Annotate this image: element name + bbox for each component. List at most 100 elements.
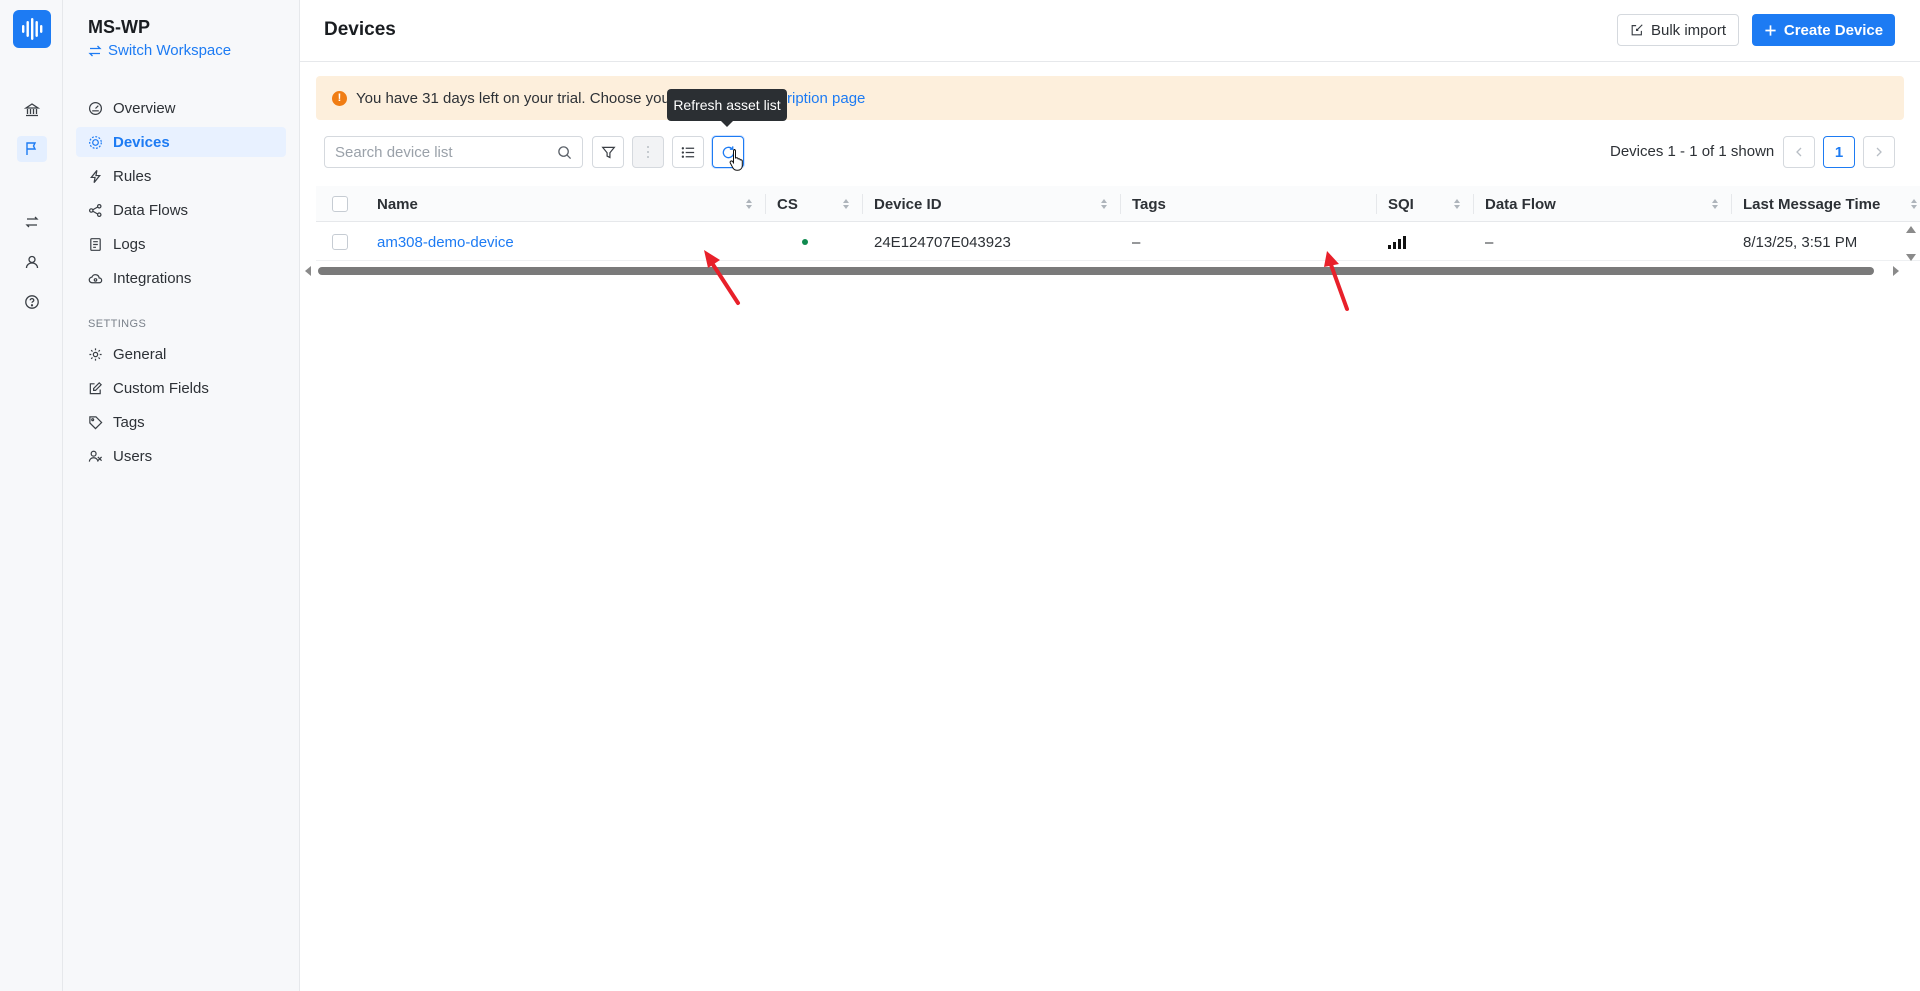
sidebar-item-label: Rules bbox=[113, 167, 152, 185]
sidebar-item-label: General bbox=[113, 345, 167, 363]
trial-banner: ! You have 31 days left on your trial. C… bbox=[316, 76, 1904, 120]
create-device-button[interactable]: Create Device bbox=[1752, 14, 1895, 46]
next-page-button[interactable] bbox=[1863, 136, 1895, 168]
sidebar-item-label: Tags bbox=[113, 413, 145, 431]
bulk-import-button[interactable]: Bulk import bbox=[1617, 14, 1739, 46]
sidebar-item-logs[interactable]: Logs bbox=[76, 229, 286, 259]
search-field[interactable] bbox=[324, 136, 583, 168]
scroll-left-icon bbox=[305, 266, 311, 276]
select-all-cell bbox=[332, 186, 372, 222]
sidebar-item-tags[interactable]: Tags bbox=[76, 407, 286, 437]
scroll-right-icon bbox=[1893, 266, 1899, 276]
help-icon[interactable] bbox=[21, 291, 43, 313]
sidebar-item-users[interactable]: Users bbox=[76, 441, 286, 471]
column-header-tags: Tags bbox=[1132, 186, 1376, 222]
sidebar-item-label: Custom Fields bbox=[113, 379, 209, 397]
trial-banner-text: You have 31 days left on your trial. Cho… bbox=[356, 89, 675, 107]
signal-strength-icon bbox=[1388, 236, 1406, 249]
sidebar: MS-WP Switch Workspace Overview Devices … bbox=[63, 0, 300, 991]
sidebar-item-data-flows[interactable]: Data Flows bbox=[76, 195, 286, 225]
sort-icon bbox=[1911, 199, 1917, 209]
sidebar-item-general[interactable]: General bbox=[76, 339, 286, 369]
page-number-button[interactable]: 1 bbox=[1823, 136, 1855, 168]
subscription-page-link[interactable]: ription page bbox=[787, 76, 865, 120]
column-header-label: SQI bbox=[1388, 195, 1414, 213]
devices-flag-icon[interactable] bbox=[17, 136, 47, 162]
column-divider bbox=[862, 194, 863, 214]
users-icon bbox=[88, 450, 103, 462]
plus-icon bbox=[1765, 24, 1776, 36]
gauge-icon bbox=[88, 101, 103, 115]
main-content: Devices Bulk import Create Device ! You … bbox=[300, 0, 1920, 991]
hand-cursor-icon bbox=[729, 149, 743, 171]
column-header-last-message-time[interactable]: Last Message Time bbox=[1743, 186, 1920, 222]
select-all-checkbox[interactable] bbox=[332, 196, 348, 212]
column-header-name[interactable]: Name bbox=[377, 186, 765, 222]
row-checkbox-cell bbox=[332, 223, 348, 261]
tags-cell: – bbox=[1132, 233, 1141, 251]
column-header-data-flow[interactable]: Data Flow bbox=[1485, 186, 1731, 222]
chip-icon bbox=[89, 135, 102, 149]
more-options-button[interactable] bbox=[632, 136, 664, 168]
app-rail bbox=[0, 0, 63, 991]
edit-icon bbox=[89, 381, 102, 394]
pagination-summary: Devices 1 - 1 of 1 shown bbox=[1610, 143, 1775, 160]
prev-page-button[interactable] bbox=[1783, 136, 1815, 168]
switch-workspace-link[interactable]: Switch Workspace bbox=[88, 42, 231, 59]
sidebar-item-label: Integrations bbox=[113, 269, 192, 287]
scroll-down-icon[interactable] bbox=[1906, 254, 1916, 261]
sidebar-item-label: Overview bbox=[113, 99, 176, 117]
column-header-label: Device ID bbox=[874, 195, 942, 213]
filter-icon bbox=[600, 146, 616, 158]
settings-section-header: SETTINGS bbox=[88, 318, 147, 330]
refresh-tooltip: Refresh asset list bbox=[667, 89, 787, 127]
app-logo-icon[interactable] bbox=[13, 10, 51, 48]
column-header-label: CS bbox=[777, 195, 798, 213]
page-title: Devices bbox=[324, 19, 396, 40]
bank-icon[interactable] bbox=[21, 99, 43, 121]
column-list-button[interactable] bbox=[672, 136, 704, 168]
swap-icon bbox=[88, 45, 102, 56]
tag-icon bbox=[89, 415, 103, 429]
transfer-icon[interactable] bbox=[21, 211, 43, 233]
table-row[interactable]: am308-demo-device 24E124707E043923 – – 8… bbox=[316, 223, 1920, 261]
switch-workspace-label: Switch Workspace bbox=[108, 42, 232, 59]
sidebar-item-custom-fields[interactable]: Custom Fields bbox=[76, 373, 286, 403]
data-flow-cell: – bbox=[1485, 233, 1494, 251]
horizontal-scrollbar[interactable] bbox=[302, 266, 1902, 276]
sidebar-item-label: Users bbox=[113, 447, 153, 465]
sidebar-item-overview[interactable]: Overview bbox=[76, 93, 286, 123]
column-header-sqi[interactable]: SQI bbox=[1388, 186, 1473, 222]
search-input[interactable] bbox=[335, 143, 557, 161]
list-icon bbox=[681, 146, 694, 158]
device-id-cell: 24E124707E043923 bbox=[874, 233, 1011, 251]
sidebar-item-rules[interactable]: Rules bbox=[76, 161, 286, 191]
column-header-cs[interactable]: CS bbox=[777, 186, 862, 222]
row-checkbox[interactable] bbox=[332, 234, 348, 250]
device-name-link[interactable]: am308-demo-device bbox=[377, 223, 514, 261]
gear-icon bbox=[89, 347, 102, 361]
column-header-label: Data Flow bbox=[1485, 195, 1556, 213]
horizontal-scroll-thumb[interactable] bbox=[318, 267, 1874, 275]
sort-icon bbox=[1101, 199, 1107, 209]
cloud-icon bbox=[88, 273, 103, 283]
column-header-device-id[interactable]: Device ID bbox=[874, 186, 1120, 222]
user-icon[interactable] bbox=[21, 251, 43, 273]
column-header-label: Name bbox=[377, 195, 418, 213]
connection-status-cell bbox=[802, 223, 808, 261]
last-message-time-cell: 8/13/25, 3:51 PM bbox=[1743, 233, 1858, 251]
sidebar-item-integrations[interactable]: Integrations bbox=[76, 263, 286, 293]
create-device-label: Create Device bbox=[1783, 21, 1884, 39]
annotation-arrow-sqi bbox=[1324, 251, 1349, 311]
column-divider bbox=[1376, 194, 1377, 214]
scroll-up-icon[interactable] bbox=[1906, 226, 1916, 233]
table-header: Name CS Device ID Tags SQI Data Flow Las… bbox=[316, 186, 1920, 222]
chevron-left-icon bbox=[1796, 147, 1802, 157]
sidebar-item-label: Data Flows bbox=[113, 201, 189, 219]
sidebar-item-label: Devices bbox=[113, 133, 170, 151]
sidebar-item-devices[interactable]: Devices bbox=[76, 127, 286, 157]
column-divider bbox=[1731, 194, 1732, 214]
sort-icon bbox=[1454, 199, 1460, 209]
filter-button[interactable] bbox=[592, 136, 624, 168]
share-icon bbox=[88, 203, 102, 217]
